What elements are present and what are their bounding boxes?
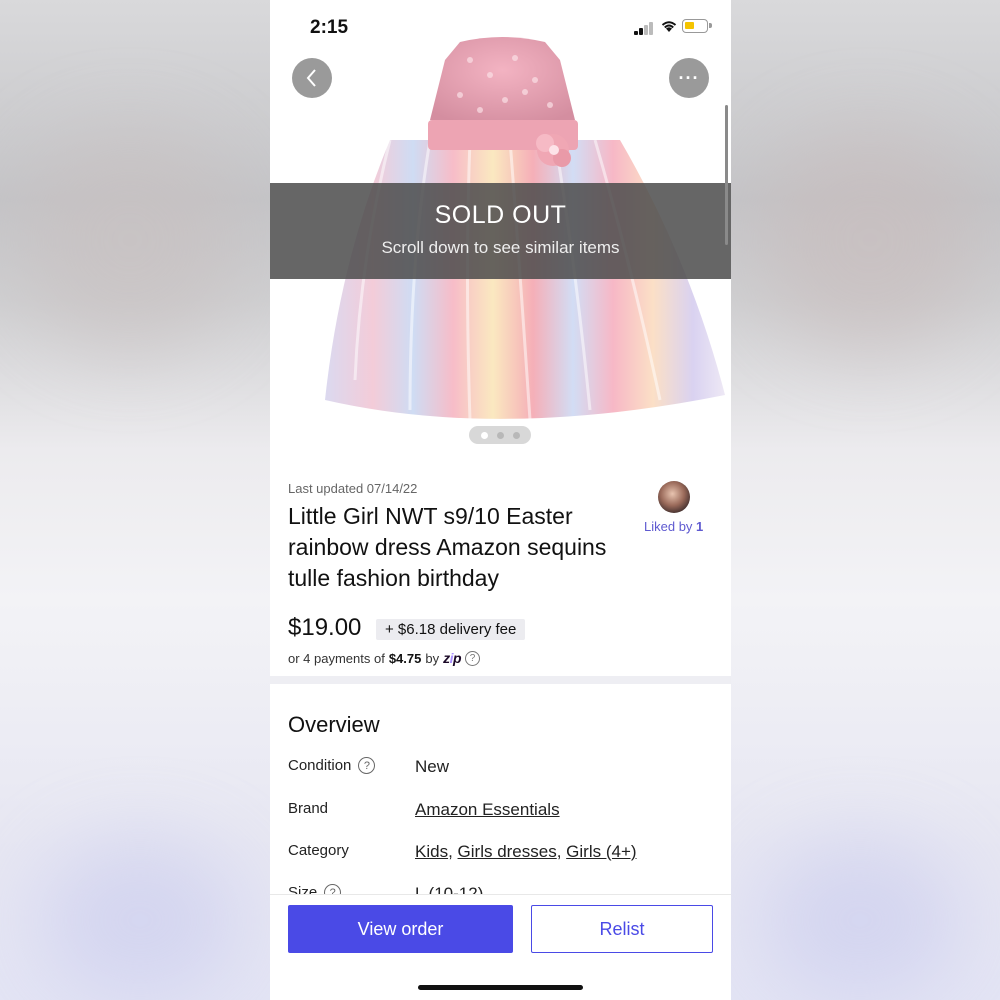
more-options-button[interactable]: ··· xyxy=(669,58,709,98)
help-icon[interactable]: ? xyxy=(465,650,481,666)
liked-count: 1 xyxy=(696,519,704,534)
category-link-girls-4plus[interactable]: Girls (4+) xyxy=(566,842,636,861)
carousel-pagination[interactable] xyxy=(469,426,531,444)
liked-by[interactable]: Liked by 1 xyxy=(644,519,703,534)
category-link-kids[interactable]: Kids xyxy=(415,842,448,861)
carousel-dot[interactable] xyxy=(480,431,488,439)
background-blur xyxy=(760,840,960,1000)
zip-logo: zip xyxy=(443,650,462,666)
category-label: Category xyxy=(288,842,349,859)
background-blur xyxy=(760,130,980,350)
payments-prefix: or 4 payments of xyxy=(288,650,385,666)
carousel-dot[interactable] xyxy=(496,431,504,439)
carousel-dot[interactable] xyxy=(512,431,520,439)
phone-screen: 2:15 ··· SOLD OUT Scroll down to see sim… xyxy=(270,0,731,1000)
brand-value: Amazon Essentials xyxy=(415,800,560,820)
wifi-icon xyxy=(661,21,677,32)
listing-title: Little Girl NWT s9/10 Easter rainbow dre… xyxy=(288,503,607,591)
status-time: 2:15 xyxy=(310,17,349,38)
liker-avatar[interactable] xyxy=(658,481,690,513)
price: $19.00 xyxy=(288,614,362,641)
battery-icon xyxy=(682,19,712,33)
home-indicator[interactable] xyxy=(418,985,583,990)
status-bar: 2:15 xyxy=(270,0,731,55)
background-blur xyxy=(40,840,240,1000)
chevron-left-icon xyxy=(306,69,316,87)
signal-icon xyxy=(634,22,656,35)
sold-out-subtitle: Scroll down to see similar items xyxy=(381,238,620,257)
help-icon[interactable]: ? xyxy=(358,757,376,774)
delivery-fee-badge: + $6.18 delivery fee xyxy=(376,619,526,640)
section-divider xyxy=(270,676,731,684)
scrollbar[interactable] xyxy=(725,105,728,245)
payments-info: or 4 payments of $4.75 by zip ? xyxy=(288,650,481,666)
category-value: Kids, Girls dresses, Girls (4+) xyxy=(415,842,637,861)
overview-title: Overview xyxy=(288,712,380,737)
condition-label-text: Condition xyxy=(288,757,352,774)
payments-by: by xyxy=(425,650,440,666)
category-label-text: Category xyxy=(288,842,349,859)
sold-out-title: SOLD OUT xyxy=(434,201,567,229)
sold-out-banner: SOLD OUT Scroll down to see similar item… xyxy=(270,183,731,279)
back-button[interactable] xyxy=(292,58,332,98)
view-order-button[interactable]: View order xyxy=(288,905,513,953)
brand-link[interactable]: Amazon Essentials xyxy=(415,800,560,819)
relist-button[interactable]: Relist xyxy=(531,905,713,953)
brand-label-text: Brand xyxy=(288,800,329,817)
last-updated: Last updated 07/14/22 xyxy=(288,481,418,496)
condition-value: New xyxy=(415,757,450,776)
payments-amount: $4.75 xyxy=(388,650,422,666)
category-link-girls-dresses[interactable]: Girls dresses xyxy=(458,842,557,861)
liked-by-label: Liked by xyxy=(644,519,697,534)
action-bar: View order Relist xyxy=(270,894,731,1000)
brand-label: Brand xyxy=(288,800,328,817)
ellipsis-icon: ··· xyxy=(678,67,700,88)
background-blur xyxy=(20,130,240,350)
condition-label: Condition ? xyxy=(288,757,376,774)
